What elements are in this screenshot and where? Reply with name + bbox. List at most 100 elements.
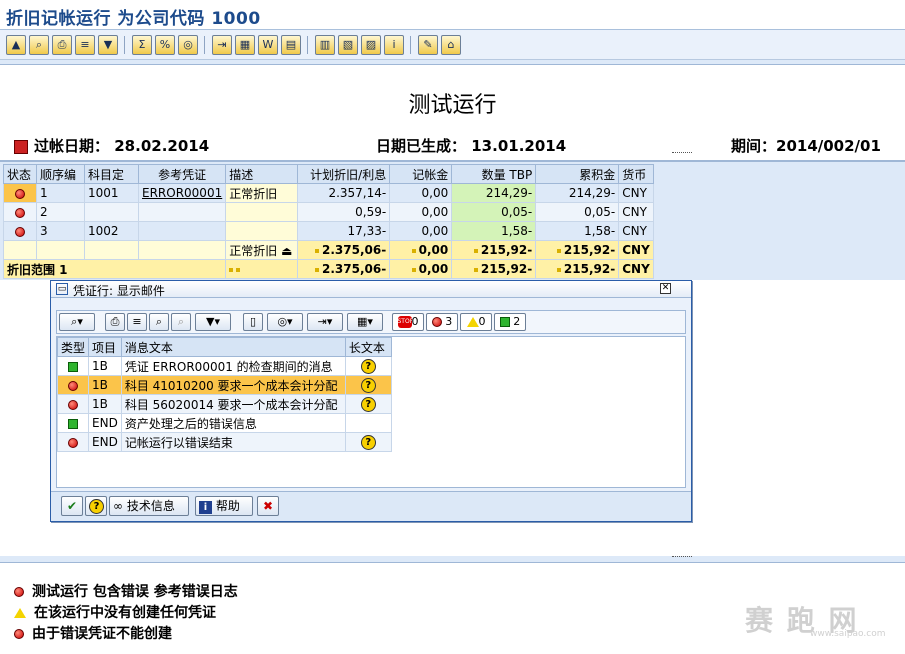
message-list: 类型 项目 消息文本 长文本 1B 凭证 ERROR00001 的检查期间的消息… xyxy=(56,336,686,488)
report-title: 测试运行 xyxy=(408,93,497,118)
table-row[interactable]: 1 1001 ERROR00001 正常折旧 2.357,14- 0,00 21… xyxy=(3,183,654,203)
document-icon[interactable]: ▯ xyxy=(243,313,263,331)
table-row[interactable]: 3 1002 17,33- 0,00 1,58- 1,58- CNY xyxy=(3,221,654,241)
dialog-icon: ▭ xyxy=(56,283,68,295)
checkmark-icon: ✔ xyxy=(66,499,78,513)
title-bar: 折旧记帐运行 为公司代码 1000 xyxy=(0,0,905,30)
stop-icon: STOP xyxy=(397,316,413,328)
print-icon[interactable]: ⎙ xyxy=(105,313,125,331)
filter-icon[interactable]: ▼ xyxy=(98,35,118,55)
calendar-icon xyxy=(14,139,28,154)
success-filter-button[interactable]: 2 xyxy=(494,313,526,331)
subtotal-row[interactable]: 正常折旧 ⏏ 2.375,06- 0,00 215,92- 215,92- CN… xyxy=(3,240,654,260)
choose-layout-icon[interactable]: ▧ xyxy=(338,35,358,55)
success-icon xyxy=(68,418,78,429)
status-line: 测试运行 包含错误 参考错误日志 xyxy=(14,581,238,601)
help-icon[interactable]: ? xyxy=(360,358,376,374)
col-header-tbp[interactable]: 数量 TBP xyxy=(451,164,537,184)
abap-icon[interactable]: ✎ xyxy=(418,35,438,55)
col-header-seq[interactable]: 顺序编 xyxy=(36,164,85,184)
cancel-button[interactable]: ✖ xyxy=(257,496,279,516)
stop-filter-button[interactable]: STOP0 xyxy=(392,313,424,331)
dialog-footer: ✔ ? ∞ 技术信息 i 帮助 ✖ xyxy=(51,491,691,521)
col-header-type[interactable]: 类型 xyxy=(56,337,90,357)
message-log-dialog: ▭ 凭证行: 显示邮件 ✕ ⌕▾ ⎙ ≡ ⌕ ⌕ ▼▾ ▯ ◎▾ ⇥▾ ▦▾ S… xyxy=(50,280,692,522)
error-status-icon xyxy=(15,188,25,199)
dialog-title: 凭证行: 显示邮件 xyxy=(73,284,165,298)
close-icon[interactable]: ✕ xyxy=(660,283,671,294)
info-icon[interactable]: i xyxy=(384,35,404,55)
generated-date: 日期已生成： 13.01.2014 xyxy=(376,137,567,155)
layout-icon[interactable]: ▥ xyxy=(315,35,335,55)
col-header-text[interactable]: 消息文本 xyxy=(120,337,346,357)
col-header-longtext[interactable]: 长文本 xyxy=(344,337,392,357)
help-icon[interactable]: ? xyxy=(360,396,376,412)
filter-icon[interactable]: ▼▾ xyxy=(195,313,231,331)
error-status-icon xyxy=(15,226,25,237)
display-log-icon[interactable]: ⌂ xyxy=(441,35,461,55)
subtotal-icon[interactable]: % xyxy=(155,35,175,55)
watermark-url: www.saipao.com xyxy=(810,629,886,639)
tech-info-button[interactable]: ∞ 技术信息 xyxy=(109,496,189,516)
close-icon: ✖ xyxy=(262,499,274,513)
total-row[interactable]: 折旧范围 1 2.375,06- 0,00 215,92- 215,92- CN… xyxy=(2,259,654,279)
error-icon xyxy=(431,317,442,327)
col-header-ref-doc[interactable]: 参考凭证 xyxy=(137,164,227,184)
dialog-toolbar: ⌕▾ ⎙ ≡ ⌕ ⌕ ▼▾ ▯ ◎▾ ⇥▾ ▦▾ STOP0 3 0 2 xyxy=(56,310,686,334)
detail-icon[interactable]: ⌕▾ xyxy=(59,313,95,331)
message-row[interactable]: END 资产处理之后的错误信息 xyxy=(56,413,392,433)
find-next-icon[interactable]: ⌕ xyxy=(171,313,191,331)
application-toolbar: ▲ ⌕ ⎙ ≡ ▼ Σ % ◎ ⇥ ▦ W ▤ ▥ ▧ ▨ i ✎ ⌂ xyxy=(0,30,905,60)
message-row[interactable]: END 记帐运行以错误结束 ? xyxy=(56,432,392,452)
dialog-titlebar[interactable]: ▭ 凭证行: 显示邮件 ✕ xyxy=(51,281,691,298)
splitter-handle[interactable] xyxy=(672,556,692,560)
error-icon xyxy=(14,629,24,639)
find-icon[interactable]: ⌕ xyxy=(149,313,169,331)
help-icon[interactable]: ? xyxy=(360,434,376,450)
error-filter-button[interactable]: 3 xyxy=(426,313,458,331)
sort-icon[interactable]: ≡ xyxy=(75,35,95,55)
col-header-planned[interactable]: 计划折旧/利息 xyxy=(297,164,391,184)
message-row[interactable]: 1B 科目 56020014 要求一个成本会计分配 ? xyxy=(56,394,392,414)
sum-icon[interactable]: Σ xyxy=(132,35,152,55)
message-row[interactable]: 1B 凭证 ERROR00001 的检查期间的消息 ? xyxy=(56,356,392,376)
col-header-currency[interactable]: 货币 xyxy=(618,164,654,184)
help-icon[interactable]: ? xyxy=(360,377,376,393)
success-icon xyxy=(499,317,510,327)
col-header-item[interactable]: 项目 xyxy=(88,337,122,357)
splitter-handle[interactable] xyxy=(672,152,692,156)
status-line: 由于错误凭证不能创建 xyxy=(14,623,172,643)
ref-doc-link[interactable]: ERROR00001 xyxy=(137,183,227,203)
col-header-desc[interactable]: 描述 xyxy=(225,164,299,184)
error-icon xyxy=(68,380,78,391)
word-icon[interactable]: W xyxy=(258,35,278,55)
col-header-cum[interactable]: 累积金 xyxy=(535,164,620,184)
col-header-posted[interactable]: 记帐金 xyxy=(389,164,453,184)
help-text-button[interactable]: i 帮助 xyxy=(195,496,253,516)
warning-icon xyxy=(14,608,26,618)
error-icon xyxy=(14,587,24,597)
export-icon[interactable]: ⇥▾ xyxy=(307,313,343,331)
error-status-icon xyxy=(15,207,25,218)
view-icon[interactable]: ◎ xyxy=(178,35,198,55)
layout-icon[interactable]: ▦▾ xyxy=(347,313,383,331)
help-button[interactable]: ? xyxy=(85,496,107,516)
confirm-button[interactable]: ✔ xyxy=(61,496,83,516)
success-icon xyxy=(68,361,78,372)
find-icon[interactable]: ⌕ xyxy=(29,35,49,55)
table-row[interactable]: 2 0,59- 0,00 0,05- 0,05- CNY xyxy=(3,202,654,222)
warning-icon xyxy=(466,317,479,327)
warning-filter-button[interactable]: 0 xyxy=(460,313,492,331)
local-file-icon[interactable]: ▤ xyxy=(281,35,301,55)
view-icon[interactable]: ◎▾ xyxy=(267,313,303,331)
save-layout-icon[interactable]: ▨ xyxy=(361,35,381,55)
print-icon[interactable]: ⎙ xyxy=(52,35,72,55)
sort-icon[interactable]: ≡ xyxy=(127,313,147,331)
col-header-status[interactable]: 状态 xyxy=(3,164,37,184)
message-row[interactable]: 1B 科目 41010200 要求一个成本会计分配 ? xyxy=(56,375,392,395)
export-icon[interactable]: ⇥ xyxy=(212,35,232,55)
spreadsheet-icon[interactable]: ▦ xyxy=(235,35,255,55)
col-header-account[interactable]: 科目定 xyxy=(84,164,139,184)
glasses-icon: ∞ xyxy=(113,499,123,513)
select-icon[interactable]: ▲ xyxy=(6,35,26,55)
